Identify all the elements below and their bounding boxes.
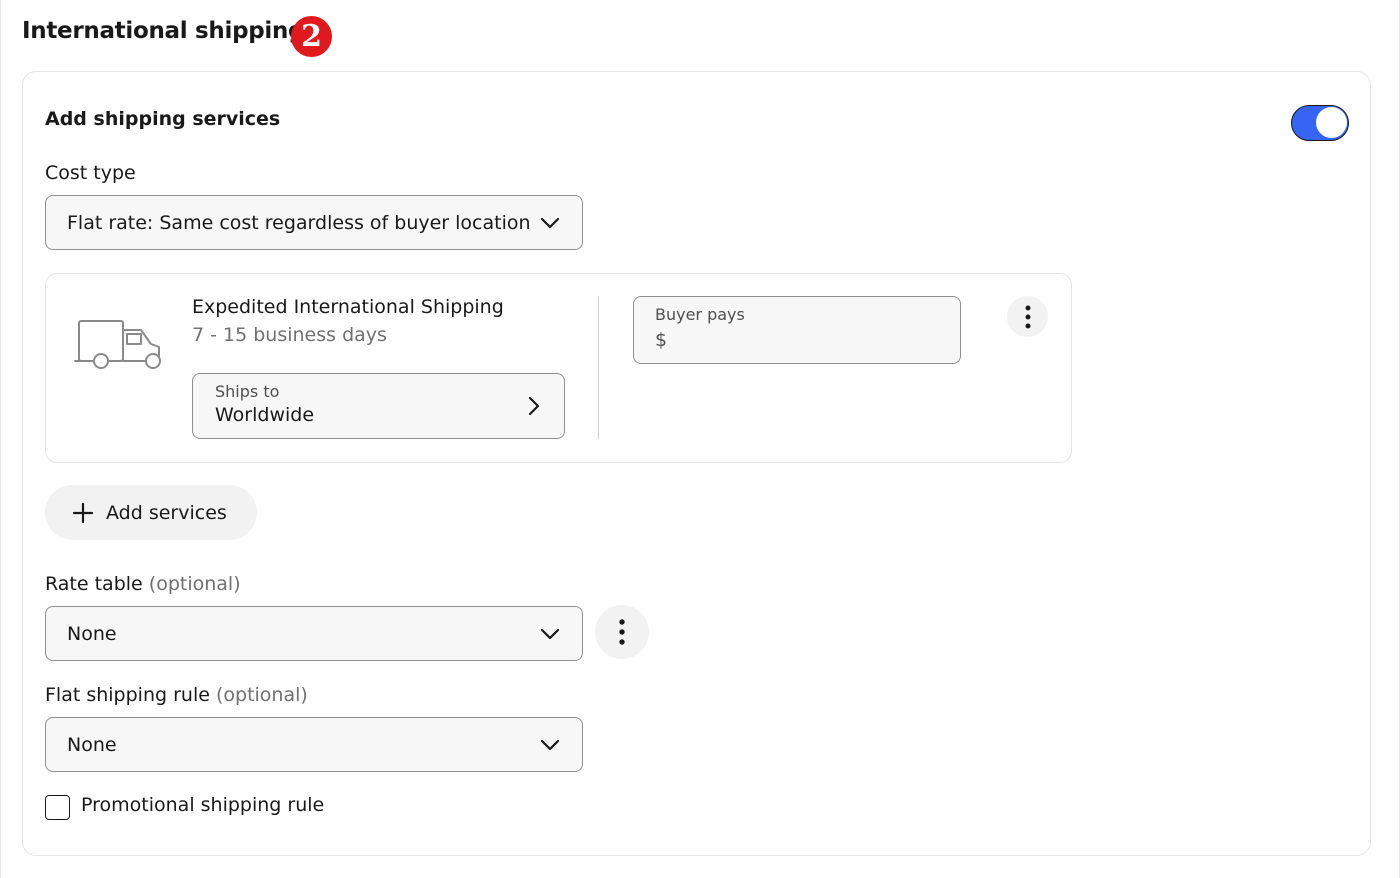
flat-shipping-rule-label: Flat shipping rule (optional) (45, 684, 308, 706)
rate-table-label: Rate table (optional) (45, 573, 241, 595)
add-shipping-services-title: Add shipping services (45, 108, 281, 130)
flat-shipping-rule-select[interactable]: None (45, 717, 583, 772)
flat-shipping-rule-value: None (67, 733, 117, 756)
rate-table-label-text: Rate table (45, 573, 143, 595)
more-vertical-icon (619, 619, 625, 645)
ships-to-label: Ships to (215, 382, 280, 401)
step-badge: 2 (291, 16, 332, 57)
chevron-down-icon (540, 628, 560, 639)
add-shipping-services-toggle[interactable] (1291, 105, 1349, 141)
rate-table-optional: (optional) (148, 573, 241, 595)
ships-to-value: Worldwide (215, 404, 315, 426)
service-divider (598, 296, 599, 439)
ships-to-button[interactable]: Ships to Worldwide (192, 373, 565, 439)
chevron-right-icon (528, 396, 540, 416)
section-title: International shipping (22, 18, 305, 44)
add-services-button[interactable]: Add services (45, 485, 257, 540)
rate-table-more-options-button[interactable] (595, 605, 649, 659)
promotional-shipping-rule-checkbox[interactable] (45, 795, 70, 820)
more-vertical-icon (1025, 305, 1030, 328)
buyer-pays-input[interactable]: Buyer pays $ (633, 296, 961, 364)
chevron-down-icon (540, 217, 560, 228)
truck-icon (74, 320, 161, 369)
toggle-knob (1316, 107, 1347, 138)
flat-shipping-rule-label-text: Flat shipping rule (45, 684, 210, 706)
buyer-pays-label: Buyer pays (655, 305, 745, 324)
cost-type-value: Flat rate: Same cost regardless of buyer… (67, 211, 531, 234)
currency-symbol: $ (655, 329, 668, 351)
cost-type-select[interactable]: Flat rate: Same cost regardless of buyer… (45, 195, 583, 250)
promotional-shipping-rule-label: Promotional shipping rule (81, 794, 325, 816)
service-more-options-button[interactable] (1007, 296, 1048, 337)
service-name: Expedited International Shipping (192, 296, 504, 318)
service-delivery-days: 7 - 15 business days (192, 324, 387, 346)
plus-icon (73, 502, 93, 523)
rate-table-select[interactable]: None (45, 606, 583, 661)
flat-shipping-rule-optional: (optional) (215, 684, 308, 706)
add-services-label: Add services (106, 501, 227, 524)
cost-type-label: Cost type (45, 162, 136, 184)
rate-table-value: None (67, 622, 117, 645)
chevron-down-icon (540, 739, 560, 750)
